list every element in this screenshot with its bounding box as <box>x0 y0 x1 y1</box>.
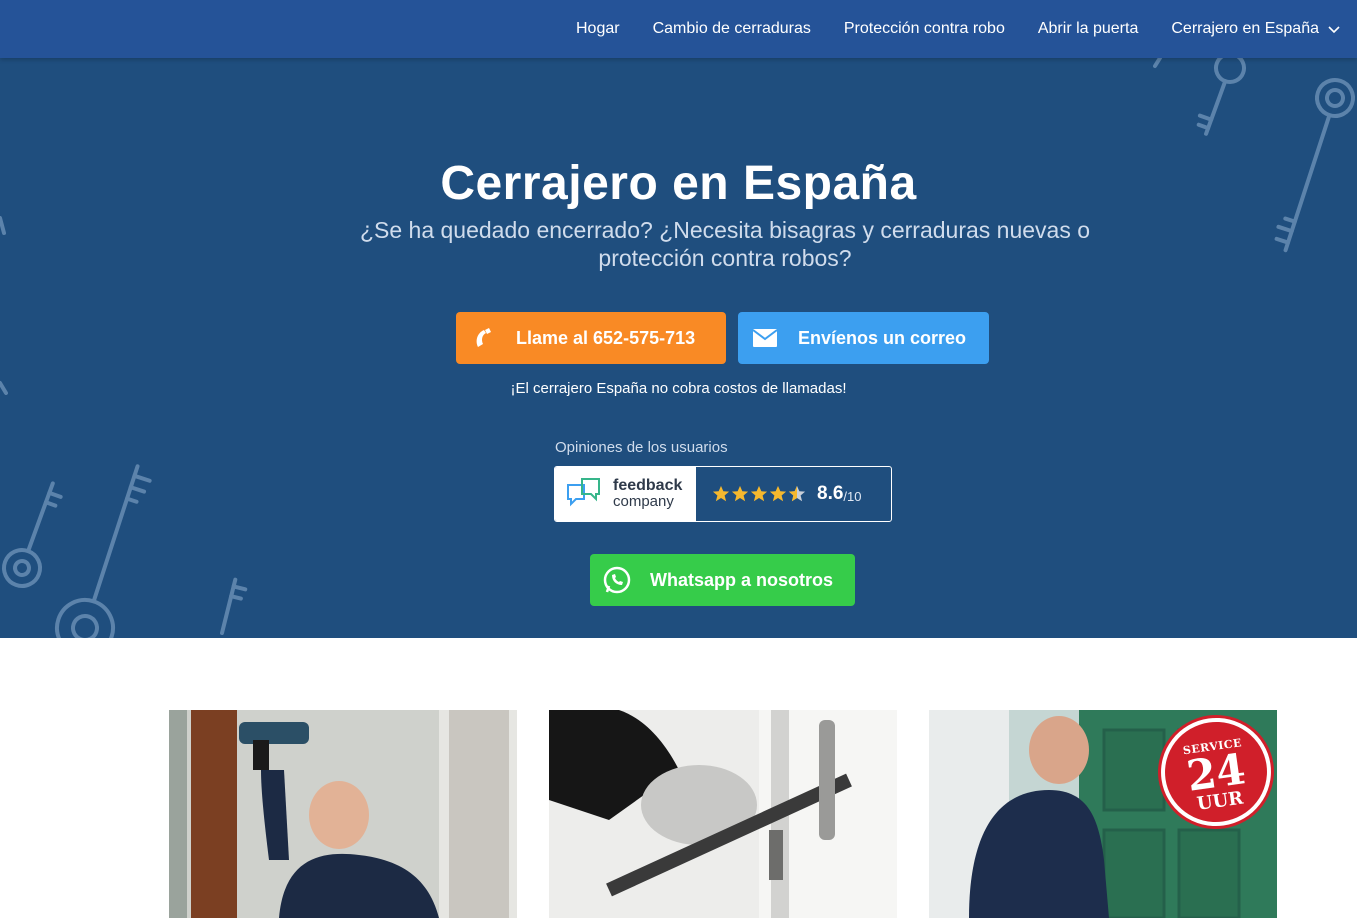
key-icon <box>1196 58 1246 136</box>
email-button-label: Envíenos un correo <box>798 327 967 348</box>
envelope-icon <box>752 325 778 351</box>
hero-subtitle: ¿Se ha quedado encerrado? ¿Necesita bisa… <box>359 217 1091 271</box>
page-title: Cerrajero en España <box>440 157 917 210</box>
crowbar-break-in-photo <box>549 710 897 918</box>
nav-item-label: Abrir la puerta <box>1037 20 1139 37</box>
nav-item-label: Protección contra robo <box>843 20 1005 37</box>
locksmith-green-door-photo: SERVICE 24 UUR <box>929 710 1277 918</box>
nav-item-label: Hogar <box>576 20 620 37</box>
half-star-icon <box>788 485 806 502</box>
whatsapp-icon <box>602 565 632 595</box>
chat-bubbles-icon <box>567 478 600 507</box>
feedback-company-rating-widget[interactable]: feedback company 8.6 /10 <box>554 466 892 522</box>
star-icon <box>712 485 730 502</box>
chevron-down-icon <box>1327 22 1341 36</box>
star-icon <box>750 485 768 502</box>
top-nav: Hogar Cambio de cerraduras Protección co… <box>0 0 1357 58</box>
rating-score-area: 8.6 /10 <box>696 467 891 521</box>
key-icon <box>220 577 248 635</box>
phone-icon <box>472 325 498 351</box>
locksmith-drilling-photo <box>169 710 517 918</box>
hero-section: Cerrajero en España ¿Se ha quedado encer… <box>0 58 1357 638</box>
rating-score-max: /10 <box>843 488 862 504</box>
feedback-company-line1: feedback <box>613 477 683 494</box>
star-rating <box>712 485 807 503</box>
whatsapp-button-label: Whatsapp a nosotros <box>650 569 834 590</box>
nav-menu: Hogar Cambio de cerraduras Protección co… <box>543 0 1341 58</box>
feedback-company-line2: company <box>613 493 674 510</box>
nav-item-label: Cambio de cerraduras <box>652 20 811 37</box>
whatsapp-button[interactable]: Whatsapp a nosotros <box>590 554 855 606</box>
rating-score: 8.6 <box>817 483 844 504</box>
key-icon <box>2 481 63 588</box>
star-icon <box>769 485 787 502</box>
star-icon <box>731 485 749 502</box>
nav-item-abrir-puerta[interactable]: Abrir la puerta <box>1038 20 1139 38</box>
email-button[interactable]: Envíenos un correo <box>738 312 989 364</box>
key-icon <box>55 464 152 638</box>
nav-item-proteccion-robo[interactable]: Protección contra robo <box>844 20 1005 38</box>
nav-item-cambio-cerraduras[interactable]: Cambio de cerraduras <box>653 20 811 38</box>
call-button[interactable]: Llame al 652-575-713 <box>456 312 726 364</box>
nav-item-label: Cerrajero en España <box>1171 20 1319 37</box>
feedback-company-logo: feedback company <box>555 467 696 521</box>
reviews-label: Opiniones de los usuarios <box>555 439 728 456</box>
call-button-label: Llame al 652-575-713 <box>516 327 696 348</box>
nav-item-hogar[interactable]: Hogar <box>576 20 620 38</box>
nav-item-cerrajero-espana-dropdown[interactable]: Cerrajero en España <box>1171 20 1341 38</box>
no-cost-note: ¡El cerrajero España no cobra costos de … <box>510 380 847 397</box>
